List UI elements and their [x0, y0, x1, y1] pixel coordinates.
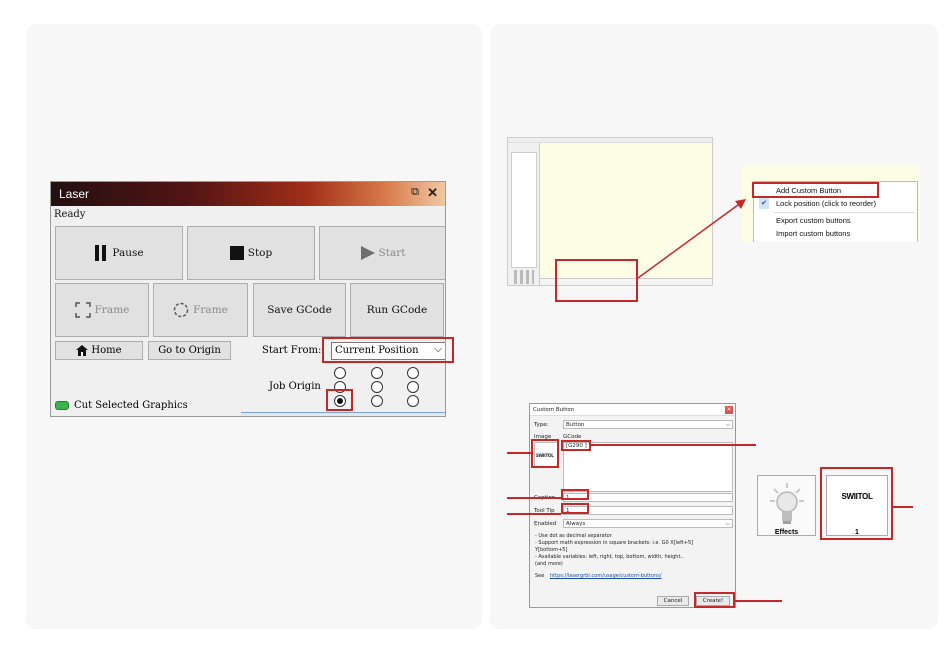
note-line: - Support math expression in square brac… — [535, 540, 694, 546]
chevron-down-icon: ⌵ — [725, 521, 730, 527]
cancel-button[interactable]: Cancel — [657, 596, 689, 606]
see-label: See — [535, 573, 545, 579]
enabled-select[interactable]: Always ⌵ — [563, 519, 733, 528]
enabled-label: Enabled — [534, 521, 557, 527]
caption-highlight — [561, 489, 589, 500]
note-line: (and more) — [535, 561, 563, 567]
leader-line-create — [735, 600, 782, 602]
chevron-down-icon: ⌵ — [725, 422, 730, 428]
image-highlight — [531, 439, 559, 468]
effects-caption: Effects — [774, 529, 799, 536]
annotation-arrow — [637, 199, 746, 279]
effects-tile[interactable]: Effects — [757, 475, 816, 536]
create-highlight — [694, 592, 735, 608]
note-line: - Use dot as decimal separator — [535, 533, 612, 539]
cancel-label: Cancel — [663, 598, 683, 604]
type-label: Type: — [534, 422, 549, 428]
type-value: Button — [566, 422, 585, 428]
leader-line-caption — [507, 497, 561, 499]
leader-line-image — [507, 452, 531, 454]
leader-line-tile — [893, 506, 913, 508]
help-link[interactable]: https://lasergrbl.com/usage/custom-butto… — [550, 573, 662, 579]
leader-line-tooltip — [507, 513, 561, 515]
new-button-highlight — [820, 467, 893, 540]
note-line: - Available variables: left, right, top,… — [535, 554, 684, 560]
note-line: Y[bottom+5] — [535, 547, 568, 553]
close-icon[interactable]: ✕ — [725, 406, 733, 414]
gcode-highlight — [561, 440, 591, 451]
dialog-titlebar: Custom Button ✕ — [530, 404, 735, 416]
type-select[interactable]: Button ⌵ — [563, 420, 733, 429]
dialog-title: Custom Button — [533, 407, 575, 413]
enabled-value: Always — [566, 521, 586, 527]
leader-line-gcode — [591, 444, 756, 446]
lightbulb-icon — [770, 483, 804, 524]
tooltip-highlight — [561, 503, 589, 514]
